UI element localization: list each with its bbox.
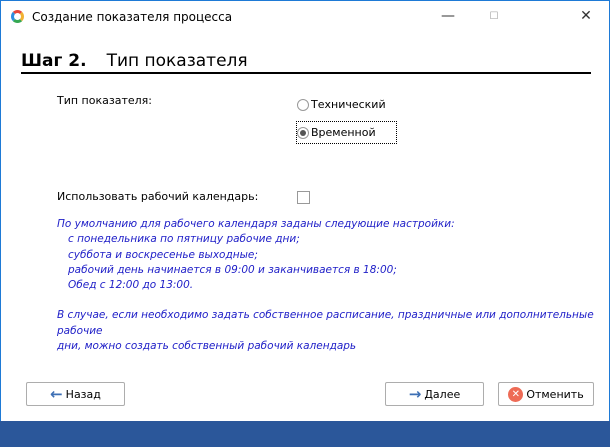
arrow-right-icon: → bbox=[408, 384, 422, 403]
radio-temporal[interactable]: Временной bbox=[297, 126, 376, 139]
minimize-button[interactable]: — bbox=[425, 1, 471, 32]
window-title: Создание показателя процесса bbox=[32, 10, 233, 24]
cancel-label: Отменить bbox=[526, 387, 584, 401]
info-line: дни, можно создать собственный рабочий к… bbox=[57, 340, 357, 353]
step-title: Тип показателя bbox=[106, 51, 248, 71]
info-line: рабочий день начинается в 09:00 и заканч… bbox=[68, 263, 397, 276]
app-logo-icon bbox=[11, 10, 24, 23]
radio-circle bbox=[297, 126, 309, 139]
back-label: Назад bbox=[65, 387, 101, 401]
use-calendar-checkbox[interactable] bbox=[297, 191, 310, 204]
maximize-button[interactable]: ☐ bbox=[471, 1, 517, 32]
page-heading: Шаг 2. Тип показателя bbox=[21, 51, 248, 71]
arrow-left-icon: ← bbox=[50, 384, 63, 403]
title-bar: Создание показателя процесса — ☐ ✕ bbox=[1, 1, 609, 32]
footer-bar bbox=[0, 421, 610, 447]
heading-divider bbox=[21, 72, 591, 74]
indicator-type-label: Тип показателя: bbox=[57, 94, 152, 107]
info-line: В случае, если необходимо задать собстве… bbox=[57, 309, 594, 337]
cancel-x-icon: ✕ bbox=[508, 386, 524, 402]
info-line: суббота и воскресенье выходные; bbox=[68, 248, 258, 261]
close-button[interactable]: ✕ bbox=[563, 1, 609, 32]
next-button[interactable]: → Далее bbox=[385, 382, 484, 406]
radio-label: Технический bbox=[311, 98, 386, 111]
radio-selected-dot bbox=[300, 129, 306, 136]
info-line: с понедельника по пятницу рабочие дни; bbox=[68, 233, 300, 246]
radio-circle bbox=[297, 98, 309, 111]
radio-technical[interactable]: Технический bbox=[297, 98, 386, 111]
info-line: По умолчанию для рабочего календаря зада… bbox=[57, 218, 455, 230]
dialog-window: Создание показателя процесса — ☐ ✕ Шаг 2… bbox=[0, 0, 610, 447]
back-button[interactable]: ← Назад bbox=[26, 382, 125, 406]
calendar-info-text: По умолчанию для рабочего календаря зада… bbox=[57, 217, 609, 354]
step-number: Шаг 2. bbox=[21, 51, 87, 71]
info-line: Обед с 12:00 до 13:00. bbox=[68, 279, 194, 292]
calendar-label: Использовать рабочий календарь: bbox=[57, 190, 259, 203]
next-label: Далее bbox=[424, 387, 461, 401]
radio-label: Временной bbox=[311, 126, 376, 139]
cancel-button[interactable]: ✕ Отменить bbox=[498, 382, 594, 406]
